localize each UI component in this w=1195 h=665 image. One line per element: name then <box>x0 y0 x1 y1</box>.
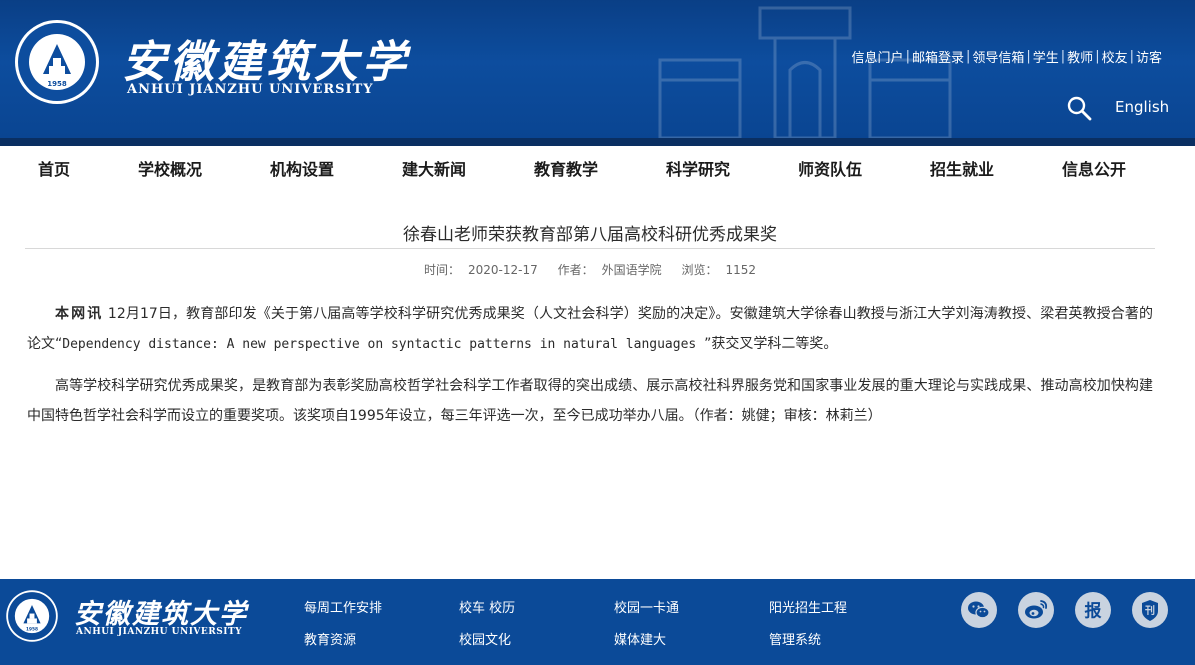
article-paragraph: 本网讯 12月17日，教育部印发《关于第八届高等学校科学研究优秀成果奖（人文社会… <box>27 299 1153 360</box>
footer-name-en: ANHUI JIANZHU UNIVERSITY <box>76 627 243 637</box>
footer-link-weekly-schedule[interactable]: 每周工作安排 <box>304 597 382 616</box>
top-link-teacher[interactable]: 教师 <box>1067 47 1093 66</box>
header-divider <box>0 138 1195 146</box>
nav-item-overview[interactable]: 学校概况 <box>138 156 202 180</box>
site-footer: 1958 安徽建筑大学 ANHUI JIANZHU UNIVERSITY 每周工… <box>0 579 1195 665</box>
footer-link-campus-culture[interactable]: 校园文化 <box>459 629 511 648</box>
top-links: 信息门户 | 邮箱登录 | 领导信箱 | 学生 | 教师 | 校友 | 访客 <box>852 47 1162 66</box>
nav-item-research[interactable]: 科学研究 <box>666 156 730 180</box>
meta-author: 外国语学院 <box>601 263 662 277</box>
footer-name-cn: 安徽建筑大学 <box>74 599 248 630</box>
nav-item-departments[interactable]: 机构设置 <box>270 156 334 180</box>
paper-title: Dependency distance: A new perspective o… <box>62 337 705 352</box>
nav-item-news[interactable]: 建大新闻 <box>402 156 466 180</box>
nav-item-education[interactable]: 教育教学 <box>534 156 598 180</box>
separator: | <box>965 49 971 64</box>
meta-time: 2020-12-17 <box>468 263 538 277</box>
meta-views-label: 浏览： <box>681 263 718 277</box>
separator: | <box>1026 49 1031 64</box>
university-emblem-icon[interactable]: 1958 <box>13 18 101 106</box>
top-link-portal[interactable]: 信息门户 <box>852 47 904 66</box>
nav-item-disclosure[interactable]: 信息公开 <box>1062 156 1126 180</box>
title-divider <box>25 248 1155 249</box>
weibo-icon[interactable] <box>1017 591 1055 629</box>
nav-item-admissions[interactable]: 招生就业 <box>930 156 994 180</box>
site-name-cn[interactable]: 安徽建筑大学 <box>122 26 410 90</box>
footer-link-campus-card[interactable]: 校园一卡通 <box>614 597 679 616</box>
separator: | <box>1129 49 1134 64</box>
nav-item-home[interactable]: 首页 <box>38 156 70 180</box>
article-body: 本网讯 12月17日，教育部印发《关于第八届高等学校科学研究优秀成果奖（人文社会… <box>27 299 1153 431</box>
separator: | <box>1060 49 1066 64</box>
top-link-mail[interactable]: 邮箱登录 <box>912 47 964 66</box>
newspaper-icon[interactable]: 报 <box>1074 591 1112 629</box>
search-icon[interactable] <box>1066 95 1092 121</box>
top-link-alumni[interactable]: 校友 <box>1102 47 1128 66</box>
newspaper-glyph: 报 <box>1085 601 1102 622</box>
top-link-leader-mailbox[interactable]: 领导信箱 <box>972 47 1024 66</box>
article-meta: 时间： 2020-12-17 作者： 外国语学院 浏览： 1152 <box>25 261 1155 278</box>
campus-gate-watermark <box>658 6 952 138</box>
main-nav: 首页 学校概况 机构设置 建大新闻 教育教学 科学研究 师资队伍 招生就业 信息… <box>0 146 1195 190</box>
site-name-en: ANHUI JIANZHU UNIVERSITY <box>127 82 374 97</box>
footer-link-media[interactable]: 媒体建大 <box>614 629 666 648</box>
footer-link-bus-calendar[interactable]: 校车 校历 <box>459 597 515 616</box>
footer-link-edu-resources[interactable]: 教育资源 <box>304 629 356 648</box>
separator: | <box>1095 49 1100 64</box>
news-source-keyword: 本网讯 <box>55 306 104 322</box>
emblem-year: 1958 <box>26 627 38 633</box>
meta-views: 1152 <box>725 263 756 277</box>
meta-time-label: 时间： <box>423 263 460 277</box>
footer-link-management[interactable]: 管理系统 <box>769 629 821 648</box>
site-header: 1958 安徽建筑大学 ANHUI JIANZHU UNIVERSITY 信息门… <box>0 0 1195 138</box>
university-emblem-icon: 1958 <box>6 590 58 642</box>
top-link-visitor[interactable]: 访客 <box>1136 47 1162 66</box>
footer-link-sunshine-admissions[interactable]: 阳光招生工程 <box>769 597 847 616</box>
paragraph-text: ”获交叉学科二等奖。 <box>704 336 838 352</box>
article-paragraph: 高等学校科学研究优秀成果奖，是教育部为表彰奖励高校哲学社会科学工作者取得的突出成… <box>27 378 1153 424</box>
top-link-student[interactable]: 学生 <box>1033 47 1059 66</box>
emblem-year: 1958 <box>47 80 67 88</box>
separator: | <box>905 49 910 64</box>
journal-glyph: 刊 <box>1145 605 1155 617</box>
nav-item-faculty[interactable]: 师资队伍 <box>798 156 862 180</box>
article-title: 徐春山老师荣获教育部第八届高校科研优秀成果奖 <box>403 225 777 245</box>
journal-icon[interactable]: 刊 <box>1131 591 1169 629</box>
meta-author-label: 作者： <box>557 263 594 277</box>
english-link[interactable]: English <box>1115 98 1169 116</box>
wechat-icon[interactable] <box>960 591 998 629</box>
